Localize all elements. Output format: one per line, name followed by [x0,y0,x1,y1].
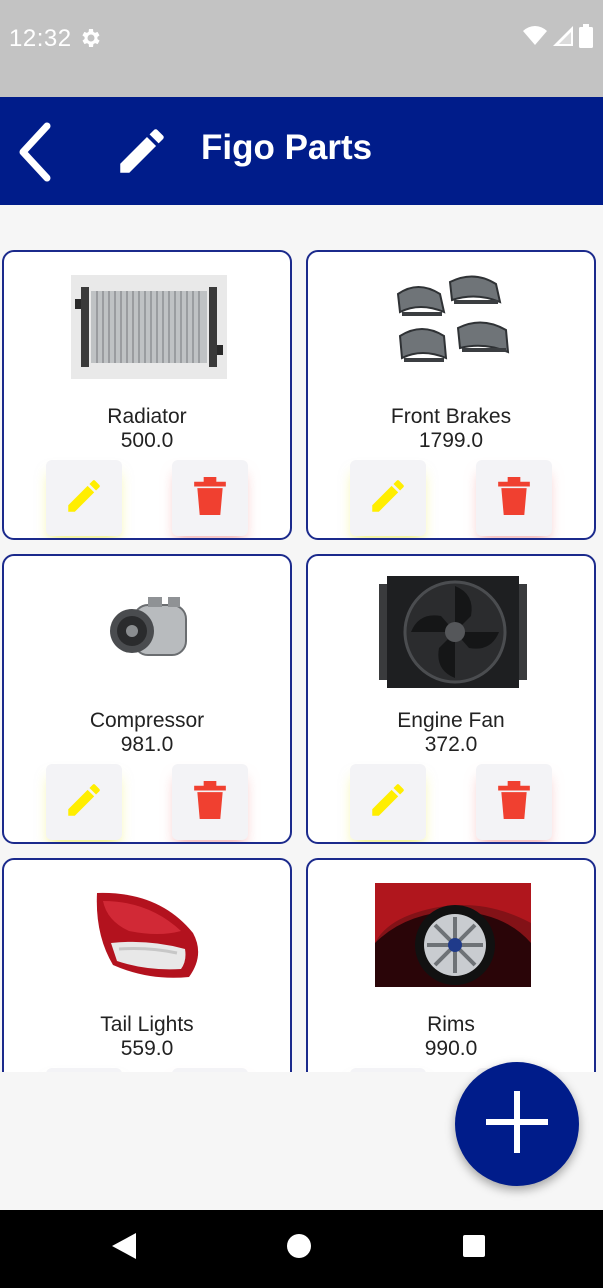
trash-icon [495,779,533,826]
part-card[interactable]: Engine Fan 372.0 [306,554,596,844]
signal-icon [553,25,573,51]
nav-recent-button[interactable] [454,1228,494,1268]
page-title: Figo Parts [201,128,373,167]
back-button[interactable] [10,122,60,187]
part-name: Radiator [107,405,187,428]
part-card[interactable]: Tail Lights 559.0 [2,858,292,1072]
wifi-icon [523,25,547,51]
pencil-icon [63,779,105,826]
part-price: 981.0 [120,733,174,756]
nav-home-button[interactable] [279,1228,319,1268]
trash-icon [495,475,533,522]
gear-icon [78,26,102,50]
part-name: Engine Fan [397,709,505,732]
nav-back-button[interactable] [104,1228,144,1268]
status-bar: 12:32 [0,0,603,97]
radiator-image [59,272,239,382]
compressor-image [59,576,239,686]
battery-icon [579,23,593,53]
pencil-icon [113,122,171,185]
trash-icon [191,475,229,522]
parts-grid: Radiator 500.0 Front Brakes 1799.0 Compr… [2,250,598,1072]
pencil-icon [63,475,105,522]
part-card[interactable]: Rims 990.0 [306,858,596,1072]
part-price: 559.0 [120,1037,174,1060]
plus-icon [484,1089,550,1160]
engine-fan-image [363,570,543,694]
delete-part-button[interactable] [476,460,552,536]
pencil-icon [367,475,409,522]
nav-recent-icon [462,1234,486,1263]
edit-part-button[interactable] [350,460,426,536]
part-name: Front Brakes [390,405,512,428]
trash-icon [191,779,229,826]
status-time: 12:32 [9,25,72,52]
delete-part-button[interactable] [476,764,552,840]
part-card[interactable]: Compressor 981.0 [2,554,292,844]
pencil-icon [367,779,409,826]
parts-grid-viewport[interactable]: Radiator 500.0 Front Brakes 1799.0 Compr… [0,205,603,1072]
rim-image [363,880,543,990]
nav-home-icon [286,1233,312,1264]
part-name: Tail Lights [100,1013,194,1036]
edit-title-button[interactable] [110,121,174,185]
brake-pads-image [363,272,543,382]
chevron-left-icon [15,122,55,187]
part-card[interactable]: Front Brakes 1799.0 [306,250,596,540]
part-price: 990.0 [424,1037,478,1060]
edit-part-button[interactable] [46,460,122,536]
add-part-button[interactable] [455,1062,579,1186]
tail-light-image [59,880,239,990]
delete-part-button[interactable] [172,764,248,840]
part-name: Compressor [89,709,205,732]
part-price: 372.0 [424,733,478,756]
nav-back-icon [110,1231,138,1266]
part-name: Rims [427,1013,475,1036]
edit-part-button[interactable] [46,764,122,840]
delete-part-button[interactable] [172,460,248,536]
edit-part-button[interactable] [350,764,426,840]
part-price: 1799.0 [418,429,484,452]
part-card[interactable]: Radiator 500.0 [2,250,292,540]
part-price: 500.0 [120,429,174,452]
